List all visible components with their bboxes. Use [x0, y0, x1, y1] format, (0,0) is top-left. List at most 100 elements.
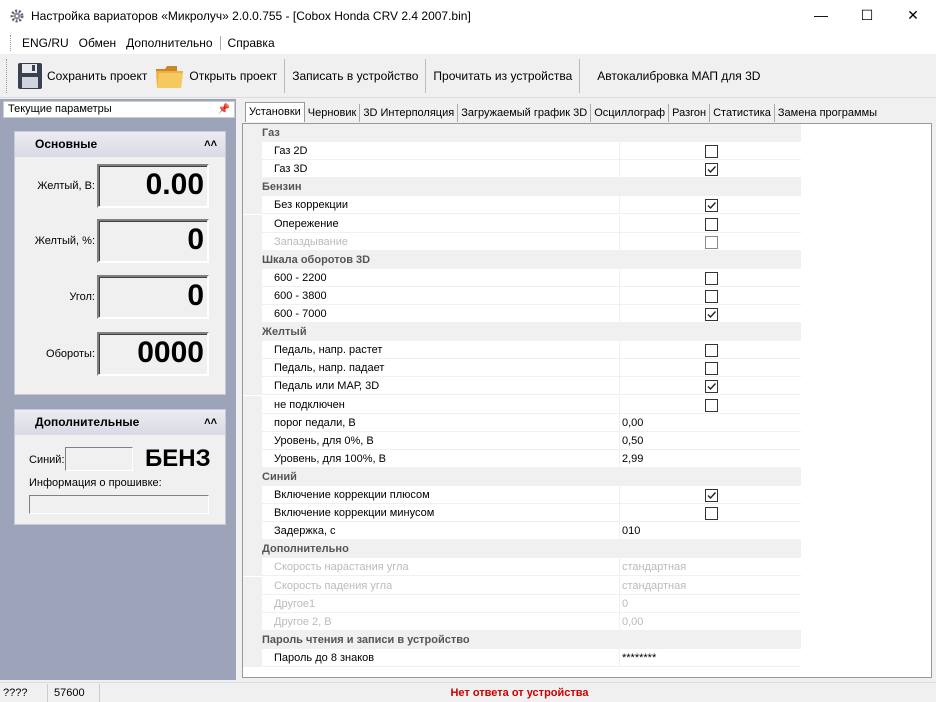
property-label: Запаздывание — [262, 232, 620, 251]
read-device-button[interactable]: Прочитать из устройства — [429, 56, 576, 96]
property-checkbox[interactable] — [705, 289, 718, 303]
tab-settings[interactable]: Установки — [245, 102, 305, 122]
menu-exchange[interactable]: Обмен — [74, 36, 122, 50]
check-icon — [707, 311, 717, 319]
yellow-v-label: Желтый, В: — [37, 180, 95, 192]
property-value[interactable]: 010 — [620, 522, 801, 541]
category-label: Дополнительно — [262, 543, 349, 556]
property-label: 600 - 2200 — [262, 268, 620, 287]
grid-row[interactable]: 600 - 7000 — [243, 305, 801, 323]
menu-additional[interactable]: Дополнительно — [121, 36, 217, 50]
maximize-button[interactable]: ☐ — [844, 0, 890, 30]
collapse-icon[interactable]: ˄˄ — [204, 410, 217, 435]
toolbar-separator — [579, 59, 581, 93]
property-value: стандартная — [620, 558, 801, 577]
tab-loadable-3d[interactable]: Загружаемый график 3D — [458, 104, 592, 122]
property-value-cell — [620, 233, 801, 251]
grid-category[interactable]: Шкала оборотов 3D — [243, 250, 801, 269]
category-label: Желтый — [262, 326, 307, 339]
grid-row[interactable]: Уровень, для 0%, В 0,50 — [243, 431, 801, 450]
property-checkbox[interactable] — [705, 199, 718, 213]
fuel-mode-indicator: БЕНЗ — [145, 445, 211, 472]
grid-category[interactable]: Желтый — [243, 323, 801, 342]
grid-row[interactable]: Газ 3D — [243, 160, 801, 179]
property-checkbox[interactable] — [705, 271, 718, 285]
save-project-button[interactable]: Сохранить проект — [13, 56, 151, 96]
grid-row[interactable]: порог педали, В 0,00 — [243, 413, 801, 432]
property-grid: Газ Газ 2D Газ 3D Бензин Без коррекции Опереж… — [242, 123, 932, 678]
write-device-button[interactable]: Записать в устройство — [288, 56, 422, 96]
row-margin — [243, 341, 262, 360]
property-label: Включение коррекции плюсом — [262, 486, 620, 504]
tab-statistics[interactable]: Статистика — [710, 104, 775, 122]
grid-row[interactable]: Газ 2D — [243, 142, 801, 161]
row-margin — [243, 268, 262, 287]
category-spacer — [620, 124, 801, 142]
property-checkbox[interactable] — [705, 344, 718, 358]
grid-category[interactable]: Пароль чтения и записи в устройство — [243, 630, 801, 649]
extra-group-title: Дополнительные — [35, 415, 140, 429]
property-value-cell — [620, 215, 801, 233]
row-margin — [243, 142, 262, 161]
grid-row[interactable]: Пароль до 8 знаков ******** — [243, 648, 801, 667]
grid-category[interactable]: Дополнительно — [243, 540, 801, 559]
property-value-cell — [620, 269, 801, 287]
grid-row[interactable]: Педаль, напр. падает — [243, 359, 801, 378]
tab-3d-interpolation[interactable]: 3D Интерполяция — [360, 104, 459, 122]
main-group-title: Основные — [35, 137, 98, 151]
pin-icon[interactable]: 📌 — [218, 102, 230, 117]
close-button[interactable]: ✕ — [890, 0, 936, 30]
grid-row[interactable]: Включение коррекции минусом — [243, 504, 801, 523]
collapse-icon[interactable]: ˄˄ — [204, 132, 217, 157]
property-checkbox[interactable] — [705, 507, 718, 521]
row-margin — [243, 522, 262, 541]
grid-row[interactable]: Опережение — [243, 214, 801, 233]
row-margin — [243, 196, 262, 215]
menu-bar: ENG/RU Обмен Дополнительно Справка — [0, 32, 936, 54]
grid-row[interactable]: Уровень, для 100%, В 2,99 — [243, 449, 801, 468]
autocalibration-button[interactable]: Автокалибровка МАП для 3D — [583, 56, 764, 96]
extra-group-header[interactable]: Дополнительные ˄˄ — [15, 410, 225, 435]
grid-row: Скорость падения угла стандартная — [243, 576, 801, 595]
property-checkbox[interactable] — [705, 308, 718, 321]
grid-row[interactable]: 600 - 3800 — [243, 286, 801, 305]
grid-row[interactable]: 600 - 2200 — [243, 268, 801, 287]
property-checkbox[interactable] — [705, 145, 718, 159]
property-label: Газ 2D — [262, 142, 620, 161]
tab-oscilloscope[interactable]: Осциллограф — [591, 104, 670, 122]
status-field-1: ???? — [0, 683, 48, 702]
tab-draft[interactable]: Черновик — [305, 104, 361, 122]
category-label: Газ — [262, 127, 280, 139]
menu-eng-ru[interactable]: ENG/RU — [17, 36, 74, 50]
property-value[interactable]: 0,00 — [620, 414, 801, 432]
property-checkbox[interactable] — [705, 362, 718, 376]
angle-indicator: 0 — [97, 275, 209, 319]
grid-category[interactable]: Бензин — [243, 178, 801, 197]
grid-row[interactable]: Включение коррекции плюсом — [243, 486, 801, 504]
property-checkbox[interactable] — [705, 398, 718, 412]
row-margin — [243, 250, 262, 269]
property-checkbox[interactable] — [705, 380, 718, 394]
open-project-button[interactable]: Открыть проект — [151, 56, 281, 96]
grid-row[interactable]: Задержка, с 010 — [243, 522, 801, 541]
property-value-cell — [620, 396, 801, 414]
property-value[interactable]: 0,50 — [620, 432, 801, 450]
property-checkbox[interactable] — [705, 163, 718, 177]
grid-category[interactable]: Газ — [243, 124, 801, 142]
property-checkbox[interactable] — [705, 217, 718, 231]
property-checkbox[interactable] — [705, 489, 718, 502]
property-value[interactable]: ******** — [620, 649, 801, 667]
open-project-label: Открыть проект — [189, 69, 278, 83]
minimize-button[interactable]: — — [798, 0, 844, 30]
grid-row[interactable]: Педаль, напр. растет — [243, 341, 801, 360]
grid-row[interactable]: не подключен — [243, 395, 801, 414]
menu-help[interactable]: Справка — [223, 36, 280, 50]
property-value[interactable]: 2,99 — [620, 450, 801, 468]
main-group-header[interactable]: Основные ˄˄ — [15, 132, 225, 157]
grid-row[interactable]: Педаль или МАР, 3D — [243, 377, 801, 396]
property-label: 600 - 7000 — [262, 305, 620, 323]
tab-program-replace[interactable]: Замена программы — [775, 104, 880, 122]
grid-category[interactable]: Синий — [243, 467, 801, 486]
tab-acceleration[interactable]: Разгон — [669, 104, 711, 122]
grid-row[interactable]: Без коррекции — [243, 196, 801, 215]
